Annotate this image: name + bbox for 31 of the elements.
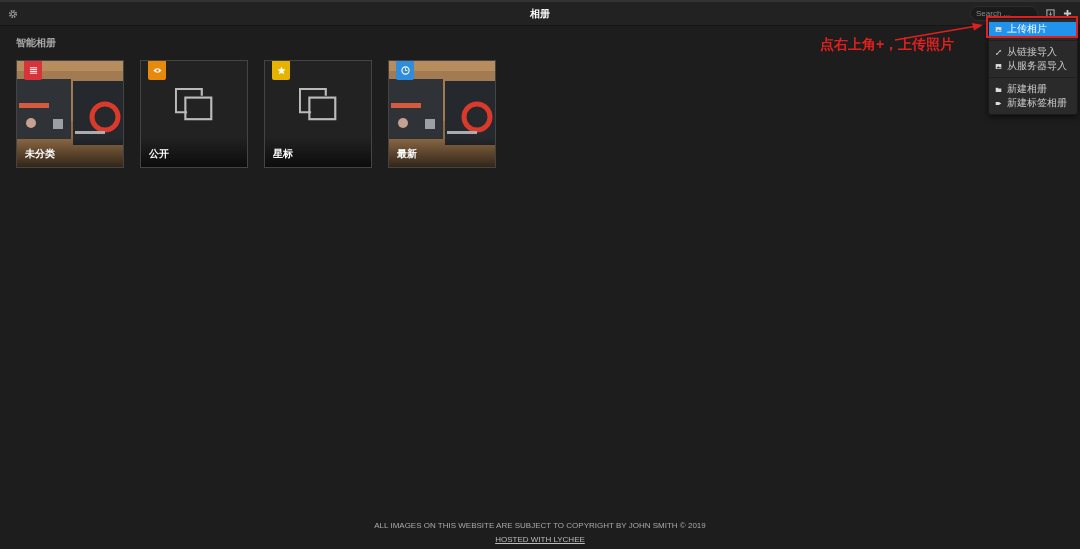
menu-item[interactable]: 从链接导入 (989, 45, 1077, 59)
page-title: 相册 (530, 6, 550, 21)
menu-item[interactable]: 从服务器导入 (989, 59, 1077, 73)
link-icon (995, 48, 1002, 56)
copyright-text: ALL IMAGES ON THIS WEBSITE ARE SUBJECT TO COPYRIGHT BY JOHN SMITH © 2019 (374, 521, 706, 530)
album-title: 星标 (273, 147, 293, 161)
list-icon (28, 66, 38, 75)
album-title: 未分类 (25, 147, 55, 161)
star-icon (276, 66, 286, 75)
album-placeholder-icon (175, 88, 213, 121)
image-icon (995, 62, 1002, 70)
album-card[interactable]: 公开 (140, 60, 248, 168)
album-card[interactable]: 星标 (264, 60, 372, 168)
album-card[interactable]: 未分类 (16, 60, 124, 168)
album-title: 公开 (149, 147, 169, 161)
album-placeholder-icon (299, 88, 337, 121)
folder-icon (995, 85, 1002, 93)
plus-icon[interactable] (1063, 9, 1072, 18)
clock-icon (400, 66, 410, 75)
section-title: 智能相册 (16, 36, 56, 50)
album-title: 最新 (397, 147, 417, 161)
hosted-link[interactable]: HOSTED WITH LYCHEE (495, 535, 585, 544)
image-icon (995, 25, 1002, 33)
menu-item[interactable]: 新建标签相册 (989, 96, 1077, 110)
tag-icon (995, 99, 1002, 107)
album-card[interactable]: 最新 (388, 60, 496, 168)
menu-item[interactable]: 新建相册 (989, 82, 1077, 96)
import-icon[interactable] (1046, 9, 1055, 18)
annotation-text: 点右上角+，上传照片 (820, 36, 955, 54)
eye-icon (152, 66, 162, 75)
settings-icon[interactable] (8, 8, 18, 19)
